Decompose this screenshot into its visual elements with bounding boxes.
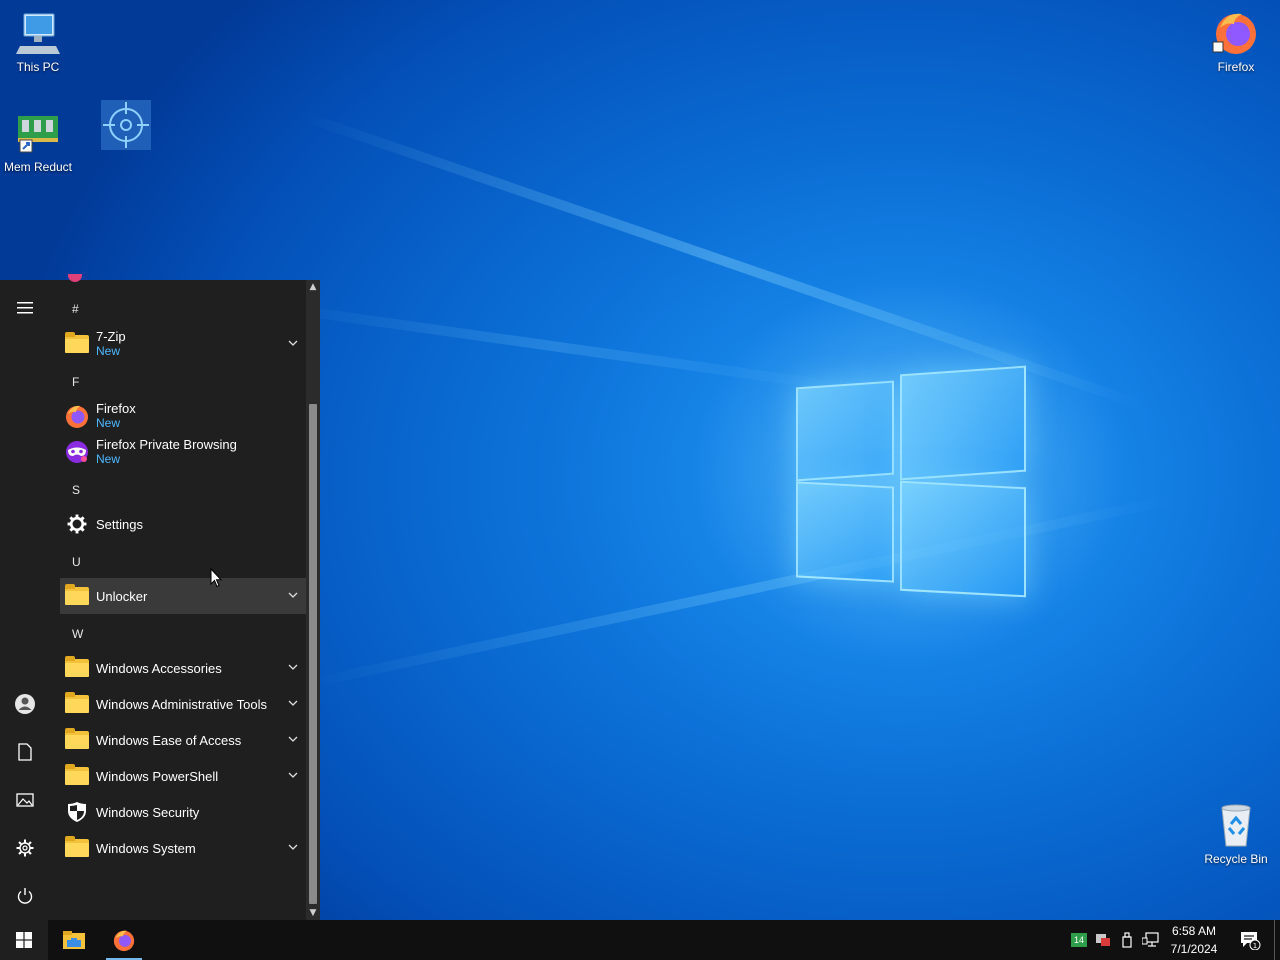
document-icon <box>18 743 32 761</box>
app-list: # 7-Zip New F Firefox New Firefox Private … <box>50 274 306 920</box>
show-desktop-button[interactable] <box>1274 920 1280 960</box>
app-item-windows-security[interactable]: Windows Security <box>60 794 306 830</box>
folder-icon <box>62 329 92 359</box>
scrollbar-thumb[interactable] <box>309 404 317 904</box>
user-account-button[interactable] <box>5 684 45 724</box>
windows-logo-icon <box>16 932 32 948</box>
taskbar-file-explorer[interactable] <box>50 920 98 960</box>
chevron-down-icon[interactable] <box>286 588 300 602</box>
gear-icon <box>62 509 92 539</box>
app-item-7zip[interactable]: 7-Zip New <box>60 326 306 362</box>
light-beam <box>298 492 1182 690</box>
app-item-windows-administrative-tools[interactable]: Windows Administrative Tools <box>60 686 306 722</box>
app-item-windows-system[interactable]: Windows System <box>60 830 306 866</box>
file-explorer-icon <box>63 931 85 949</box>
scroll-down-arrow-icon[interactable]: ▼ <box>306 906 320 920</box>
desktop-icon-firefox[interactable]: Firefox <box>1198 8 1274 74</box>
desktop-icon-target-app[interactable] <box>88 100 164 154</box>
clock-time: 6:58 AM <box>1171 924 1217 938</box>
firefox-icon <box>62 401 92 431</box>
power-icon <box>17 888 33 904</box>
desktop-icon-this-pc[interactable]: This PC <box>0 8 76 74</box>
folder-icon <box>62 833 92 863</box>
tray-memory-badge[interactable]: 14 <box>1068 920 1090 960</box>
start-menu: # 7-Zip New F Firefox New Firefox Private … <box>0 274 320 920</box>
action-center-button[interactable]: 1 <box>1232 920 1268 960</box>
computer-icon <box>14 8 62 56</box>
folder-icon <box>62 653 92 683</box>
gear-icon <box>16 839 34 857</box>
hamburger-menu-button[interactable] <box>5 288 45 328</box>
firefox-icon <box>113 930 135 952</box>
crosshair-icon <box>101 100 151 150</box>
chevron-down-icon[interactable] <box>286 732 300 746</box>
chevron-down-icon[interactable] <box>286 696 300 710</box>
folder-icon <box>62 581 92 611</box>
usb-drive-icon <box>1122 932 1132 948</box>
app-item-windows-ease-of-access[interactable]: Windows Ease of Access <box>60 722 306 758</box>
picture-icon <box>16 793 34 807</box>
tray-network[interactable] <box>1140 920 1162 960</box>
clock-date: 7/1/2024 <box>1170 942 1218 956</box>
app-item-windows-accessories[interactable]: Windows Accessories <box>60 650 306 686</box>
desktop-icon-recycle-bin[interactable]: Recycle Bin <box>1198 800 1274 866</box>
group-header-w[interactable]: W <box>72 627 83 641</box>
tray-app-icon[interactable] <box>1092 920 1114 960</box>
scroll-up-arrow-icon[interactable]: ▲ <box>306 280 320 294</box>
chevron-down-icon[interactable] <box>286 660 300 674</box>
private-browsing-icon <box>62 437 92 467</box>
recycle-bin-icon <box>1212 800 1260 848</box>
memory-chip-icon <box>14 108 62 156</box>
user-avatar-icon <box>15 694 35 714</box>
pictures-button[interactable] <box>5 780 45 820</box>
group-header-s[interactable]: S <box>72 483 80 497</box>
taskbar-firefox[interactable] <box>100 920 148 960</box>
partial-app-icon <box>68 274 82 282</box>
tray-usb-eject[interactable] <box>1116 920 1138 960</box>
app-item-windows-powershell[interactable]: Windows PowerShell <box>60 758 306 794</box>
start-menu-rail <box>0 280 50 920</box>
taskbar-clock[interactable]: 6:58 AM 7/1/2024 <box>1160 922 1228 958</box>
app-item-settings[interactable]: Settings <box>60 506 306 542</box>
app-list-scrollbar[interactable]: ▲ ▼ <box>306 280 320 920</box>
chevron-down-icon[interactable] <box>286 768 300 782</box>
desktop-icon-mem-reduct[interactable]: Mem Reduct <box>0 108 76 174</box>
notification-count: 1 <box>1253 942 1257 950</box>
chevron-down-icon[interactable] <box>286 840 300 854</box>
documents-button[interactable] <box>5 732 45 772</box>
unlocker-tray-icon <box>1096 934 1110 946</box>
light-beam <box>259 300 855 394</box>
app-item-firefox[interactable]: Firefox New <box>60 398 306 434</box>
folder-icon <box>62 689 92 719</box>
chevron-down-icon[interactable] <box>286 336 300 350</box>
start-button[interactable] <box>0 920 48 960</box>
folder-icon <box>62 761 92 791</box>
group-header-hash[interactable]: # <box>72 302 79 316</box>
group-header-u[interactable]: U <box>72 555 81 569</box>
hamburger-icon <box>17 302 33 314</box>
folder-icon <box>62 725 92 755</box>
app-item-firefox-private[interactable]: Firefox Private Browsing New <box>60 434 306 470</box>
taskbar: 14 6:58 AM 7/1/2024 1 <box>0 920 1280 960</box>
firefox-icon <box>1212 8 1260 56</box>
shield-icon <box>62 797 92 827</box>
group-header-f[interactable]: F <box>72 375 79 389</box>
mouse-cursor-icon <box>210 568 222 588</box>
windows-logo-wallpaper <box>790 360 1030 600</box>
app-item-unlocker[interactable]: Unlocker <box>60 578 306 614</box>
settings-button[interactable] <box>5 828 45 868</box>
power-button[interactable] <box>5 876 45 916</box>
notification-icon: 1 <box>1241 932 1261 950</box>
network-icon <box>1142 932 1159 947</box>
